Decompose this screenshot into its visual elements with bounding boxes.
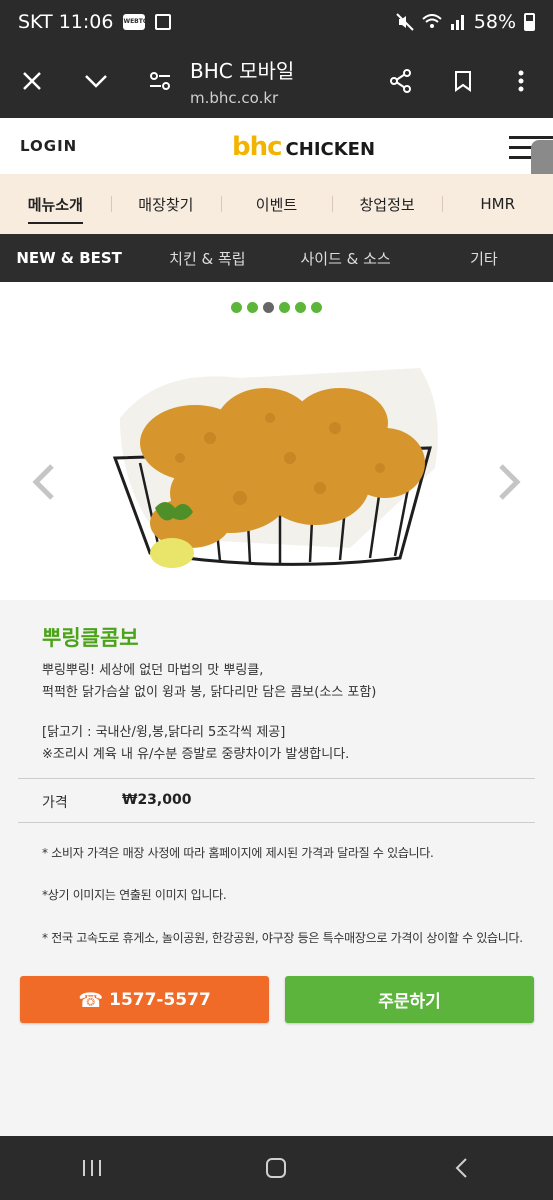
close-icon[interactable] (10, 59, 54, 103)
origin-line: ※조리시 계육 내 유/수분 증발로 중량차이가 발생합니다. (42, 747, 350, 762)
back-icon[interactable] (431, 1148, 491, 1188)
phone-icon: ☎ (78, 987, 104, 1012)
site-settings-icon[interactable] (138, 59, 182, 103)
chevron-down-icon[interactable] (74, 59, 118, 103)
logo-chicken-text: CHICKEN (285, 139, 376, 160)
carousel-dot[interactable] (279, 302, 290, 313)
menu-item-menu-intro[interactable]: 메뉴소개 (0, 174, 111, 234)
product-description: 뿌링뿌링! 세상에 없던 마법의 맛 뿌링클, 퍽퍽한 닭가슴살 없이 윙과 봉… (42, 660, 376, 704)
prev-arrow-icon[interactable] (30, 462, 56, 512)
share-icon[interactable] (379, 59, 423, 103)
call-button[interactable]: ☎ 1577-5577 (20, 976, 269, 1023)
image-notice: *상기 이미지는 연출된 이미지 입니다. (42, 888, 227, 902)
gallery-icon (155, 14, 172, 30)
recent-apps-icon[interactable] (62, 1148, 122, 1188)
product-origin: [닭고기 : 국내산/윙,봉,닭다리 5조각씩 제공] ※조리시 계육 내 유/… (42, 722, 349, 766)
price-value: ₩23,000 (122, 792, 192, 808)
product-image (112, 368, 438, 568)
battery-icon (524, 13, 535, 31)
product-carousel (0, 282, 553, 600)
webtoon-icon: WEBTOON (123, 14, 158, 30)
system-nav-bar (0, 1136, 553, 1200)
order-button-label: 주문하기 (378, 992, 441, 1012)
tab-etc[interactable]: 기타 (415, 234, 553, 282)
description-line: 뿌링뿌링! 세상에 없던 마법의 맛 뿌링클, (42, 663, 264, 678)
menu-item-event[interactable]: 이벤트 (221, 174, 332, 234)
next-arrow-icon[interactable] (497, 462, 523, 512)
carousel-dot[interactable] (295, 302, 306, 313)
menu-item-hmr[interactable]: HMR (442, 174, 553, 234)
page-title-block[interactable]: BHC 모바일 m.bhc.co.kr (190, 55, 379, 107)
carousel-dot[interactable] (247, 302, 258, 313)
site-header: LOGIN bhc CHICKEN (0, 118, 553, 174)
page-title: BHC 모바일 (190, 59, 295, 83)
time-label: SKT 11:06 (18, 11, 114, 33)
call-button-label: 1577-5577 (109, 989, 211, 1010)
sub-menu: NEW & BEST 치킨 & 폭립 사이드 & 소스 기타 (0, 234, 553, 282)
price-notice: * 소비자 가격은 매장 사정에 따라 홈페이지에 제시된 가격과 달라질 수 … (42, 846, 434, 860)
menu-item-store-finder[interactable]: 매장찾기 (110, 174, 222, 234)
order-button[interactable]: 주문하기 (285, 976, 534, 1023)
divider (18, 778, 535, 779)
more-options-icon[interactable] (499, 59, 543, 103)
bhc-logo[interactable]: bhc CHICKEN (232, 132, 375, 162)
origin-line: [닭고기 : 국내산/윙,봉,닭다리 5조각씩 제공] (42, 725, 286, 740)
login-link[interactable]: LOGIN (20, 137, 77, 155)
carousel-dot-current[interactable] (263, 302, 274, 313)
page-url: m.bhc.co.kr (190, 89, 279, 107)
status-bar: SKT 11:06 WEBTOON 58% (0, 0, 553, 44)
carousel-dot[interactable] (231, 302, 242, 313)
tab-new-best[interactable]: NEW & BEST (0, 234, 138, 282)
main-menu: 메뉴소개 매장찾기 이벤트 창업정보 HMR (0, 174, 553, 234)
carousel-dots (0, 302, 553, 313)
home-icon[interactable] (246, 1148, 306, 1188)
wifi-icon (422, 14, 442, 28)
signal-icon (450, 15, 464, 30)
tab-side-sauce[interactable]: 사이드 & 소스 (277, 234, 415, 282)
menu-item-franchise[interactable]: 창업정보 (331, 174, 443, 234)
mute-icon (396, 13, 414, 31)
divider (18, 822, 535, 823)
bookmark-icon[interactable] (441, 59, 485, 103)
price-label: 가격 (42, 795, 68, 811)
carousel-dot[interactable] (311, 302, 322, 313)
product-info: 뿌링클콤보 뿌링뿌링! 세상에 없던 마법의 맛 뿌링클, 퍽퍽한 닭가슴살 없… (0, 600, 553, 1140)
special-store-notice: * 전국 고속도로 휴게소, 놀이공원, 한강공원, 야구장 등은 특수매장으로… (42, 931, 523, 945)
battery-label: 58% (473, 11, 516, 33)
product-name: 뿌링클콤보 (42, 626, 139, 650)
logo-bhc-text: bhc (232, 132, 283, 162)
browser-toolbar: BHC 모바일 m.bhc.co.kr (0, 44, 553, 118)
description-line: 퍽퍽한 닭가슴살 없이 윙과 봉, 닭다리만 담은 콤보(소스 포함) (42, 685, 377, 700)
tab-chicken-ribs[interactable]: 치킨 & 폭립 (138, 234, 276, 282)
